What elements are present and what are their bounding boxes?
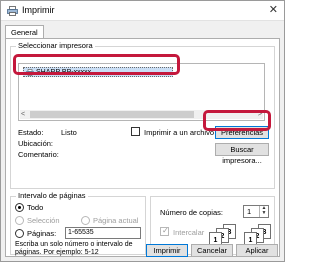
printer-icon bbox=[7, 6, 18, 16]
pages-radio[interactable] bbox=[15, 229, 24, 238]
current-page-label: Página actual bbox=[93, 216, 139, 225]
tab-strip: General bbox=[5, 25, 280, 40]
print-dialog: Imprimir ✕ General Seleccionar impresora… bbox=[0, 0, 285, 262]
all-pages-radio[interactable] bbox=[15, 203, 24, 212]
preferences-highlight-frame bbox=[203, 110, 271, 131]
spin-arrows-icon[interactable]: ▲ ▼ bbox=[259, 206, 268, 217]
print-to-file-checkbox[interactable] bbox=[131, 127, 140, 136]
all-pages-label: Todo bbox=[27, 203, 44, 212]
comment-label: Comentario: bbox=[18, 150, 59, 159]
status-label: Estado: bbox=[18, 128, 44, 137]
printer-group-title: Seleccionar impresora bbox=[16, 41, 95, 50]
cancel-button[interactable]: Cancelar bbox=[191, 244, 233, 257]
status-value: Listo bbox=[61, 128, 77, 137]
collate-checkbox[interactable]: ✓ bbox=[160, 226, 169, 236]
pages-input[interactable]: 1-65535 bbox=[65, 227, 141, 239]
printer-highlight-frame bbox=[13, 54, 180, 75]
check-icon: ✓ bbox=[162, 226, 169, 235]
find-printer-button[interactable]: Buscar impresora... bbox=[215, 143, 269, 165]
print-button[interactable]: Imprimir bbox=[146, 244, 188, 257]
page-range-group: Intervalo de páginas Todo Selección Pági… bbox=[10, 191, 146, 256]
collate-label: Intercalar bbox=[173, 228, 205, 237]
location-label: Ubicación: bbox=[18, 139, 54, 148]
close-icon[interactable]: ✕ bbox=[269, 4, 278, 16]
copies-value: 1 bbox=[247, 207, 252, 216]
pages-hint: Escriba un solo número o intervalo de pá… bbox=[15, 241, 133, 256]
copies-stepper[interactable]: 1 ▲ ▼ bbox=[243, 205, 269, 218]
copies-label: Número de copias: bbox=[160, 208, 223, 217]
pages-label: Páginas: bbox=[27, 229, 57, 238]
window-title: Imprimir bbox=[22, 5, 55, 15]
scrollbar-thumb[interactable] bbox=[30, 111, 194, 118]
page-range-title: Intervalo de páginas bbox=[16, 191, 88, 200]
selection-radio[interactable] bbox=[15, 216, 24, 225]
scroll-left-icon[interactable]: < bbox=[21, 110, 25, 119]
selection-label: Selección bbox=[27, 216, 60, 225]
title-bar: Imprimir ✕ bbox=[1, 1, 284, 21]
current-page-radio[interactable] bbox=[81, 216, 90, 225]
radio-selected-dot bbox=[18, 206, 21, 209]
apply-button[interactable]: Aplicar bbox=[236, 244, 278, 257]
